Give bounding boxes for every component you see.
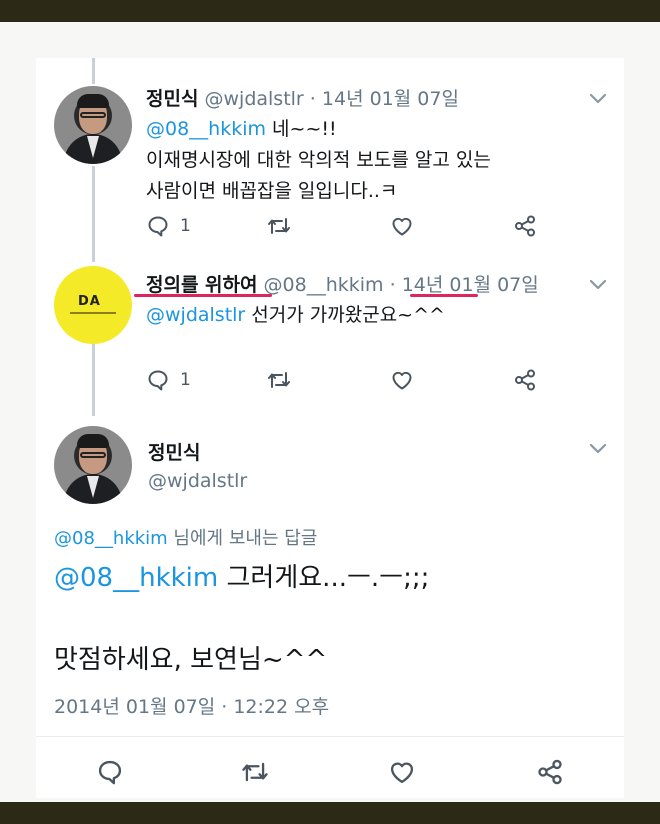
retweet-button[interactable] [266,214,292,238]
tweet-2-text: @wjdalstlr 선거가 가까왔군요~^^ [146,300,445,331]
retweet-button[interactable] [266,368,292,392]
reply-to-handle[interactable]: @08__hkkim [54,528,168,549]
tweet-timestamp[interactable]: 2014년 01월 07일 · 12:22 오후 [54,692,329,719]
retweet-button[interactable] [240,758,270,786]
tweet-3-actions [96,758,576,786]
reply-icon [98,760,122,785]
thread-line-1 [92,166,95,262]
tweet-text-line: 그러게요...ㅡ.ㅡ;;; [218,563,430,593]
author-handle[interactable]: @wjdalstlr [148,470,247,492]
tweet-3-text-line-2: 맛점하세요, 보연님~^^ [54,645,328,675]
tweet-date[interactable]: 14년 01월 07일 [402,274,539,296]
tweet-2-actions: 1 [146,368,546,394]
reply-count: 1 [180,370,191,390]
chevron-down-icon[interactable] [588,442,608,456]
mention-link[interactable]: @08__hkkim [146,118,266,140]
reply-to-label: 님에게 보내는 답글 [167,528,318,549]
tweet-thread-card: 정민식 @wjdalstlr · 14년 01월 07일 @08__hkkim … [36,58,624,798]
tweet-text-line: 네~~!! [266,118,337,140]
reply-button[interactable]: 1 [146,214,191,238]
screenshot-frame: 정민식 @wjdalstlr · 14년 01월 07일 @08__hkkim … [0,22,660,802]
like-button[interactable] [388,758,416,786]
share-icon [538,759,562,785]
divider [36,736,624,737]
mention-link[interactable]: @wjdalstlr [146,304,245,326]
retweet-icon [268,372,290,388]
tweet-text-line: 선거가 가까왔군요~^^ [245,304,445,326]
tweet-date[interactable]: 14년 01월 07일 [322,88,459,110]
share-icon [515,215,535,237]
tweet-3-text-line-1: @08__hkkim 그러게요...ㅡ.ㅡ;;; [54,558,429,598]
share-icon [515,369,535,391]
tweet-text-line: 사람이면 배꼽잡을 일입니다..ㅋ [146,180,398,202]
tweet-1-text: @08__hkkim 네~~!! 이재명시장에 대한 악의적 보도를 알고 있는… [146,114,491,207]
like-icon [392,217,412,236]
retweet-icon [268,218,290,234]
reply-icon [148,370,168,391]
bottom-frame-band [0,802,660,824]
author-name-text: 정민식 [148,442,201,464]
author-name[interactable]: 정의를 위하여 [146,274,258,296]
avatar-justice[interactable]: DA [54,266,132,344]
tweet-2-header: 정의를 위하여 @08__hkkim · 14년 01월 07일 [146,270,539,297]
separator-dot: · [389,274,396,296]
avatar-jeong-minsik[interactable] [54,426,132,504]
top-frame-band [0,0,660,22]
like-button[interactable] [390,368,414,392]
like-button[interactable] [390,214,414,238]
author-handle[interactable]: @08__hkkim [264,274,384,296]
tweet-text-line: 이재명시장에 대한 악의적 보도를 알고 있는 [146,149,491,171]
separator-dot: · [309,88,316,110]
author-name[interactable]: 정민식 [146,88,198,110]
red-underline-date [410,294,478,297]
avatar-jeong-minsik[interactable] [54,86,132,164]
reply-icon [148,216,168,237]
reply-count: 1 [180,216,191,236]
mention-link[interactable]: @08__hkkim [54,563,218,593]
avatar-logo-mark: DA [78,294,101,309]
thread-line-top [92,58,95,84]
author-handle[interactable]: @wjdalstlr [205,88,304,110]
reply-button[interactable]: 1 [146,368,191,392]
share-button[interactable] [536,758,564,786]
tweet-1-actions: 1 [146,214,546,240]
share-button[interactable] [513,214,537,238]
chevron-down-icon[interactable] [588,278,608,292]
share-button[interactable] [513,368,537,392]
chevron-down-icon[interactable] [588,92,608,106]
reply-button[interactable] [96,758,124,786]
retweet-icon [242,762,268,782]
like-icon [390,762,414,784]
red-underline-name [134,294,272,297]
thread-line-2 [92,344,95,416]
like-icon [392,371,412,390]
tweet-1-header: 정민식 @wjdalstlr · 14년 01월 07일 [146,84,459,111]
reply-context: @08__hkkim 님에게 보내는 답글 [54,524,317,550]
author-name[interactable]: 정민식 [148,438,200,465]
